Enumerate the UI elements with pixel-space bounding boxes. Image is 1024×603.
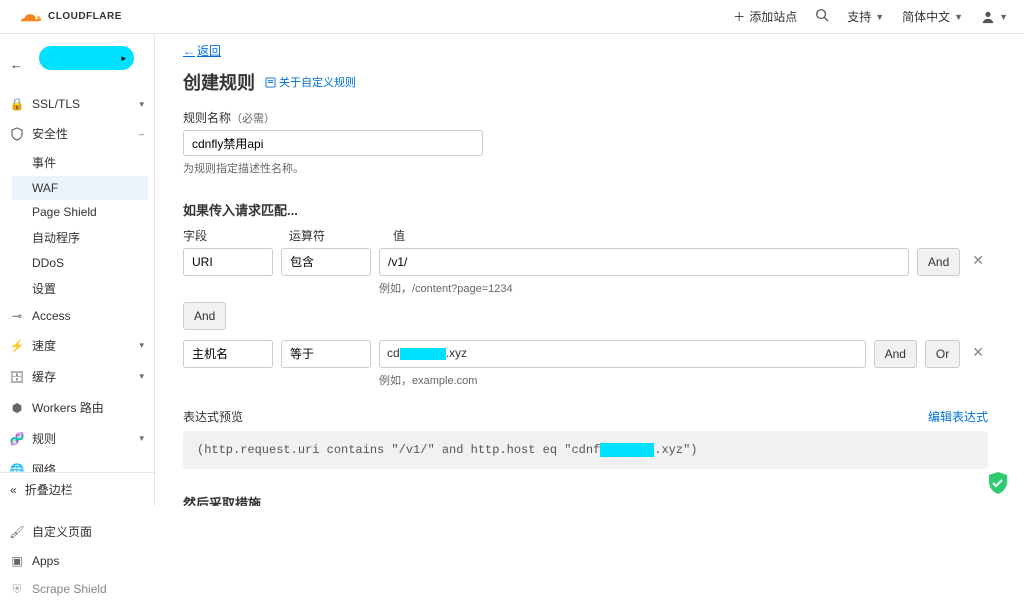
and-tag-2[interactable]: And xyxy=(874,340,917,368)
col-op: 运算符 xyxy=(289,227,377,244)
value-input-2[interactable] xyxy=(379,340,866,368)
book-icon xyxy=(265,77,276,88)
collapse-icon: « xyxy=(10,483,17,497)
page-title: 创建规则 xyxy=(183,69,255,95)
cache-icon: 🗄 xyxy=(10,370,24,384)
remove-row-2[interactable]: ✕ xyxy=(968,340,988,365)
expr-label: 表达式预览 xyxy=(183,408,243,425)
plus-icon: ＋ xyxy=(733,8,745,25)
sidebar-item-access[interactable]: ⊸Access xyxy=(0,302,154,330)
sidebar-item-auto[interactable]: 自动程序 xyxy=(0,224,154,251)
lock-icon: 🔒 xyxy=(10,97,24,111)
language-dropdown[interactable]: 简体中文 ▼ xyxy=(902,8,963,25)
expression-preview: (http.request.uri contains "/v1/" and ht… xyxy=(183,431,988,469)
sidebar-item-cache[interactable]: 🗄缓存 ▾ xyxy=(0,361,154,392)
collapse-sidebar-button[interactable]: « 折叠边栏 xyxy=(0,472,154,506)
or-tag-2[interactable]: Or xyxy=(925,340,960,368)
scrape-icon: ⛨ xyxy=(10,582,24,596)
sidebar-item-ddos[interactable]: DDoS xyxy=(0,251,154,275)
rule-name-label: 规则名称（必需） xyxy=(183,109,988,126)
key-icon: ⊸ xyxy=(10,309,24,323)
logic-and-button[interactable]: And xyxy=(183,302,226,330)
user-icon xyxy=(981,10,995,24)
sidebar-item-apps[interactable]: ▣Apps xyxy=(0,547,154,575)
bolt-icon: ⚡ xyxy=(10,339,24,353)
caret-down-icon: ▾ xyxy=(139,433,144,444)
remove-row-1[interactable]: ✕ xyxy=(968,248,988,273)
and-tag-1[interactable]: And xyxy=(917,248,960,276)
value-hint-1: 例如，/content?page=1234 xyxy=(379,280,909,296)
brand-logo[interactable]: CLOUDFLARE xyxy=(16,10,122,24)
search-icon[interactable] xyxy=(815,8,829,25)
minus-icon: – xyxy=(139,129,144,139)
redacted-expr xyxy=(600,443,654,457)
brand-text: CLOUDFLARE xyxy=(48,11,122,22)
back-arrow-icon[interactable]: ← xyxy=(10,57,23,72)
match-heading: 如果传入请求匹配... xyxy=(183,200,988,219)
caret-right-icon: ▸ xyxy=(121,53,126,64)
sidebar-item-scrape[interactable]: ⛨Scrape Shield xyxy=(0,575,154,603)
col-val: 值 xyxy=(393,227,988,244)
caret-down-icon: ▾ xyxy=(139,99,144,110)
rule-name-hint: 为规则指定描述性名称。 xyxy=(183,160,988,176)
sidebar-item-ssl[interactable]: 🔒SSL/TLS ▾ xyxy=(0,90,154,118)
arrow-left-icon: ← xyxy=(183,44,195,58)
workers-icon: ⬢ xyxy=(10,401,24,415)
caret-down-icon: ▾ xyxy=(139,340,144,351)
sidebar-item-events[interactable]: 事件 xyxy=(0,149,154,176)
add-site-button[interactable]: ＋ 添加站点 xyxy=(733,8,797,25)
caret-down-icon: ▼ xyxy=(875,12,884,22)
support-dropdown[interactable]: 支持 ▼ xyxy=(847,8,884,25)
op-select-2[interactable]: 等于 xyxy=(281,340,371,368)
sidebar-item-rules[interactable]: 🧬规则 ▾ xyxy=(0,423,154,454)
field-select-1[interactable]: URI xyxy=(183,248,273,276)
caret-down-icon: ▼ xyxy=(954,12,963,22)
back-link[interactable]: ← 返回 xyxy=(183,42,221,59)
edit-expression-link[interactable]: 编辑表达式 xyxy=(928,408,988,425)
sidebar-item-custom-page[interactable]: 🖌自定义页面 xyxy=(0,516,154,547)
page-icon: 🖌 xyxy=(10,525,24,539)
sidebar-item-workers[interactable]: ⬢Workers 路由 xyxy=(0,392,154,423)
security-badge-icon xyxy=(988,472,1008,494)
value-hint-2: 例如，example.com xyxy=(379,372,866,388)
field-select-2[interactable]: 主机名 xyxy=(183,340,273,368)
op-select-1[interactable]: 包含 xyxy=(281,248,371,276)
account-dropdown[interactable]: ▼ xyxy=(981,10,1008,24)
sidebar-item-speed[interactable]: ⚡速度 ▾ xyxy=(0,330,154,361)
action-heading: 然后采取措施... xyxy=(183,493,988,506)
sidebar-item-security[interactable]: 安全性 – xyxy=(0,118,154,149)
sidebar: ← ▸ 🔒SSL/TLS ▾ 安全性 – 事件 WAF Page Shield … xyxy=(0,34,155,506)
value-input-1[interactable] xyxy=(379,248,909,276)
rules-icon: 🧬 xyxy=(10,432,24,446)
caret-down-icon: ▼ xyxy=(999,12,1008,22)
sidebar-item-waf[interactable]: WAF xyxy=(12,176,148,200)
rule-name-input[interactable] xyxy=(183,130,483,156)
apps-icon: ▣ xyxy=(10,554,24,568)
col-field: 字段 xyxy=(183,227,273,244)
main-content: ← 返回 创建规则 关于自定义规则 规则名称（必需） 为规则指定描述性名称。 如… xyxy=(155,34,1024,506)
domain-selector[interactable]: ▸ xyxy=(39,46,134,70)
shield-icon xyxy=(10,127,24,141)
about-custom-rules-link[interactable]: 关于自定义规则 xyxy=(265,74,356,90)
sidebar-item-page-shield[interactable]: Page Shield xyxy=(0,200,154,224)
sidebar-item-settings[interactable]: 设置 xyxy=(0,275,154,302)
caret-down-icon: ▾ xyxy=(139,371,144,382)
